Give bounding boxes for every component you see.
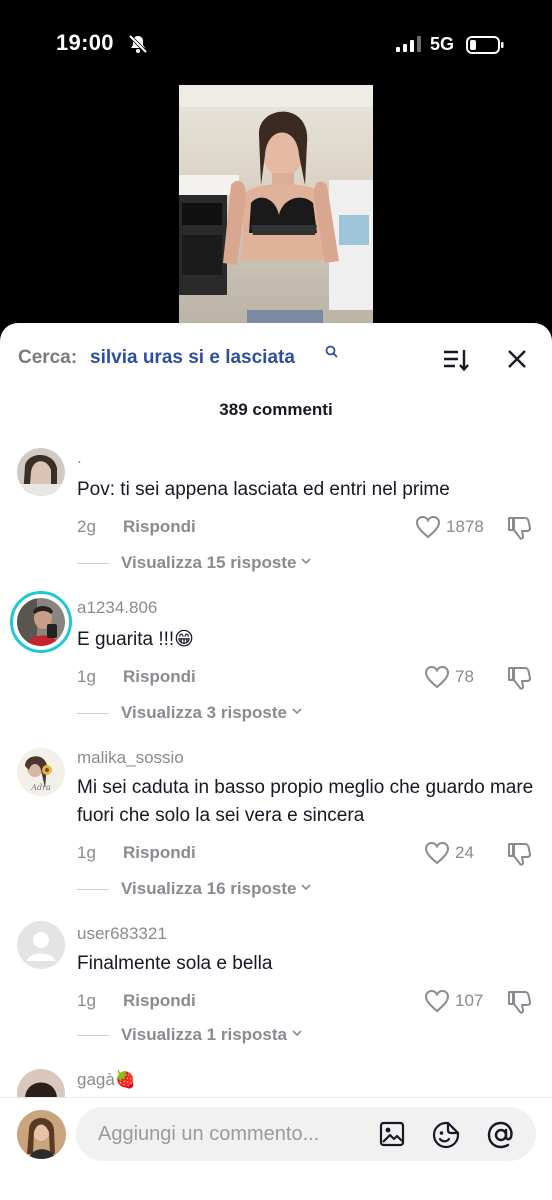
view-replies-label: Visualizza 15 risposte xyxy=(121,553,297,572)
dislike-icon[interactable] xyxy=(506,989,532,1020)
comment-text: E guarita !!!😁 xyxy=(77,629,194,650)
comment-text: Mi sei caduta in basso propio meglio che… xyxy=(77,777,534,826)
reply-button[interactable]: Rispondi xyxy=(123,517,196,537)
replies-divider xyxy=(77,1034,109,1036)
video-player[interactable] xyxy=(179,85,373,330)
comment-username[interactable]: a1234.806 xyxy=(77,598,157,618)
comment-username[interactable]: gagà🍓 xyxy=(77,1070,136,1090)
comment-age: 1g xyxy=(77,667,96,686)
search-header: Cerca: silvia uras si e lasciata xyxy=(0,323,552,393)
mention-icon[interactable] xyxy=(486,1120,516,1155)
battery-icon xyxy=(466,36,504,59)
reply-button[interactable]: Rispondi xyxy=(123,667,196,687)
comment-text: Pov: ti sei appena lasciata ed entri nel… xyxy=(77,479,450,500)
comment-input[interactable] xyxy=(98,1107,368,1161)
chevron-down-icon xyxy=(291,1026,303,1044)
avatar[interactable] xyxy=(17,921,65,969)
chevron-down-icon xyxy=(300,880,312,898)
search-query-link[interactable]: silvia uras si e lasciata xyxy=(90,347,295,369)
like-count: 107 xyxy=(455,991,484,1010)
comment-composer xyxy=(0,1097,552,1200)
my-avatar[interactable] xyxy=(17,1110,66,1159)
heart-icon[interactable] xyxy=(424,841,450,870)
comment-item: Adra malika_sossio Mi sei caduta in bass… xyxy=(0,743,552,919)
comments-count: 389 commenti xyxy=(219,400,333,419)
dislike-icon[interactable] xyxy=(506,515,532,546)
replies-divider xyxy=(77,562,109,564)
avatar[interactable] xyxy=(17,448,65,496)
comment-age: 1g xyxy=(77,991,96,1010)
comment-item: user683321 Finalmente sola e bella 1g Ri… xyxy=(0,919,552,1069)
avatar[interactable]: Adra xyxy=(17,748,65,796)
like-count: 1878 xyxy=(446,517,484,536)
search-label: Cerca: xyxy=(18,347,78,368)
reply-button[interactable]: Rispondi xyxy=(123,843,196,863)
video-frame-image xyxy=(179,85,373,330)
status-time: 19:00 xyxy=(56,30,114,55)
like-count: 78 xyxy=(455,667,474,686)
search-icon[interactable] xyxy=(325,345,339,364)
close-icon[interactable] xyxy=(503,345,533,375)
heart-icon[interactable] xyxy=(415,515,441,544)
heart-icon[interactable] xyxy=(424,989,450,1018)
chevron-down-icon xyxy=(300,554,312,572)
replies-divider xyxy=(77,888,109,890)
replies-divider xyxy=(77,712,109,714)
dislike-icon[interactable] xyxy=(506,665,532,696)
comment-input-container[interactable] xyxy=(76,1107,536,1161)
view-replies-button[interactable]: Visualizza 3 risposte xyxy=(77,703,303,723)
view-replies-button[interactable]: Visualizza 15 risposte xyxy=(77,553,312,573)
svg-text:Adra: Adra xyxy=(30,783,51,792)
network-type: 5G xyxy=(430,34,455,54)
sort-icon[interactable] xyxy=(441,345,471,375)
view-replies-label: Visualizza 16 risposte xyxy=(121,879,297,898)
signal-icon xyxy=(396,36,424,57)
view-replies-button[interactable]: Visualizza 1 risposta xyxy=(77,1025,303,1045)
reply-button[interactable]: Rispondi xyxy=(123,991,196,1011)
view-replies-button[interactable]: Visualizza 16 risposte xyxy=(77,879,312,899)
comment-age: 2g xyxy=(77,517,96,536)
comment-text: Finalmente sola e bella xyxy=(77,953,273,974)
image-icon[interactable] xyxy=(378,1120,406,1153)
comment-username[interactable]: user683321 xyxy=(77,924,167,944)
comment-item: . Pov: ti sei appena lasciata ed entri n… xyxy=(0,443,552,593)
status-bar: 19:00 5G xyxy=(0,0,552,90)
silent-bell-icon xyxy=(128,34,148,59)
emoji-sticker-icon[interactable] xyxy=(431,1120,461,1155)
comments-sheet: Cerca: silvia uras si e lasciata 389 com… xyxy=(0,323,552,1200)
comment-username[interactable]: . xyxy=(77,448,82,468)
chevron-down-icon xyxy=(291,704,303,722)
heart-icon[interactable] xyxy=(424,665,450,694)
view-replies-label: Visualizza 3 risposte xyxy=(121,703,287,722)
avatar[interactable] xyxy=(17,598,65,646)
view-replies-label: Visualizza 1 risposta xyxy=(121,1025,287,1044)
comment-username[interactable]: malika_sossio xyxy=(77,748,184,768)
comment-age: 1g xyxy=(77,843,96,862)
comment-item: a1234.806 E guarita !!!😁 1g Rispondi 78 … xyxy=(0,591,552,743)
dislike-icon[interactable] xyxy=(506,841,532,872)
like-count: 24 xyxy=(455,843,474,862)
